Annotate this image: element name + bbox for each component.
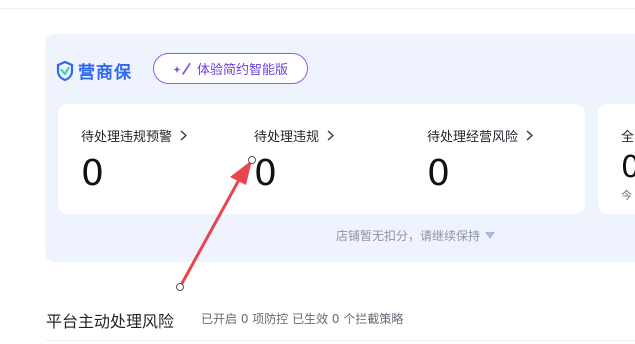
side-metric-label[interactable]: 全 xyxy=(621,126,634,145)
side-metric-value: 0 xyxy=(621,150,635,185)
metric-violation-warnings[interactable]: 待处理违规预警 0 xyxy=(81,126,187,194)
metric-value: 0 xyxy=(254,153,277,194)
metric-value: 0 xyxy=(427,153,450,194)
annotation-handle-start[interactable] xyxy=(176,283,184,291)
caret-down-icon xyxy=(485,232,496,239)
score-status-text: 店铺暂无扣分，请继续保持 xyxy=(336,229,481,243)
metric-value: 0 xyxy=(81,153,104,194)
brand-name: 营商保 xyxy=(78,63,132,83)
metric-label-link[interactable]: 待处理违规预警 xyxy=(81,126,187,145)
chevron-right-icon xyxy=(526,130,533,141)
metric-label-link[interactable]: 待处理经营风险 xyxy=(427,126,533,145)
shield-icon xyxy=(56,60,74,81)
chevron-right-icon xyxy=(180,130,187,141)
section-title: 平台主动处理风险 xyxy=(46,312,175,331)
metric-business-risks[interactable]: 待处理经营风险 0 xyxy=(427,126,533,194)
section-subtitle: 已开启 0 项防控 已生效 0 个拦截策略 xyxy=(201,312,404,326)
side-metric-sub: 今 xyxy=(621,189,632,202)
metric-label: 待处理违规预警 xyxy=(81,130,173,145)
metric-label: 待处理经营风险 xyxy=(427,130,519,145)
top-divider xyxy=(0,0,635,9)
brand-logo: 营商保 xyxy=(56,58,132,83)
try-smart-edition-button[interactable]: 体验简约智能版 xyxy=(153,53,308,84)
section-divider xyxy=(45,340,635,341)
metrics-card xyxy=(58,104,585,214)
sparkle-icon xyxy=(173,62,191,75)
chevron-right-icon xyxy=(327,130,334,141)
metric-violations[interactable]: 待处理违规 0 xyxy=(254,126,334,194)
metric-label-link[interactable]: 待处理违规 xyxy=(254,126,334,145)
metric-label: 待处理违规 xyxy=(254,130,320,145)
try-smart-edition-label: 体验简约智能版 xyxy=(196,63,288,78)
score-status[interactable]: 店铺暂无扣分，请继续保持 xyxy=(336,227,496,244)
